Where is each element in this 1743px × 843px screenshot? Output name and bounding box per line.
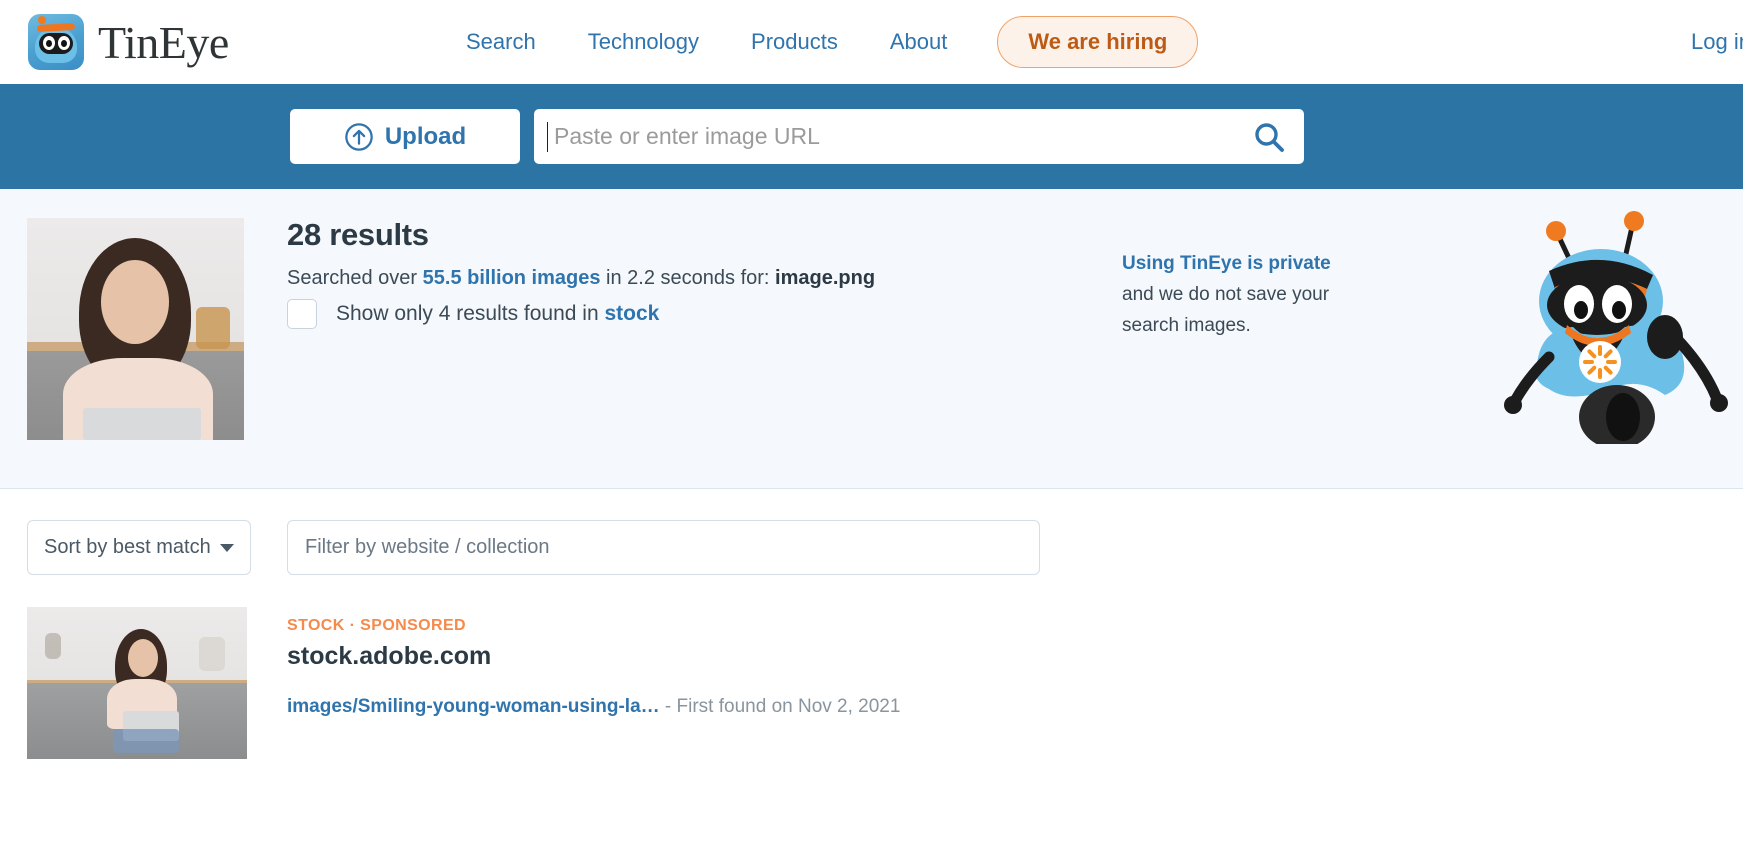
upload-button[interactable]: Upload <box>290 109 520 164</box>
summary-text-block: 28 results Searched over 55.5 billion im… <box>287 217 875 290</box>
query-filename: image.png <box>775 267 876 289</box>
image-url-field-wrapper <box>534 109 1304 164</box>
indexed-image-count: 55.5 billion images <box>422 267 601 289</box>
result-image-path-link[interactable]: images/Smiling-young-woman-using-la… <box>287 696 660 717</box>
result-details: STOCK · SPONSORED stock.adobe.com images… <box>287 607 900 759</box>
nav-item-products[interactable]: Products <box>725 29 864 55</box>
privacy-body: and we do not save your search images. <box>1122 283 1330 336</box>
chevron-down-icon <box>220 543 234 552</box>
search-submit-button[interactable] <box>1234 109 1304 164</box>
search-bar-band: Upload <box>0 84 1743 189</box>
nav-item-technology[interactable]: Technology <box>562 29 725 55</box>
search-icon <box>1255 122 1284 152</box>
sort-dropdown[interactable]: Sort by best match <box>27 520 251 575</box>
site-header: TinEye Search Technology Products About … <box>0 0 1743 84</box>
results-list: STOCK · SPONSORED stock.adobe.com images… <box>0 607 1743 759</box>
brand-name: TinEye <box>98 16 229 68</box>
tineye-robot-logo-icon <box>28 14 84 70</box>
nav-item-about[interactable]: About <box>864 29 974 55</box>
badge-separator: · <box>349 617 356 634</box>
privacy-title[interactable]: Using TinEye is private <box>1122 249 1372 280</box>
query-image-thumbnail[interactable] <box>27 218 244 440</box>
image-url-input[interactable] <box>548 109 1234 164</box>
we-are-hiring-button[interactable]: We are hiring <box>997 16 1199 68</box>
stock-label-text: Show only 4 results found in <box>336 302 605 325</box>
stock-link[interactable]: stock <box>605 302 660 325</box>
main-navigation: Search Technology Products About We are … <box>440 16 1199 68</box>
result-first-found: - First found on Nov 2, 2021 <box>659 696 901 717</box>
show-stock-only-checkbox[interactable] <box>287 299 317 329</box>
brand-logo-link[interactable]: TinEye <box>28 14 229 70</box>
upload-button-label: Upload <box>384 122 467 150</box>
result-badges: STOCK · SPONSORED <box>287 617 900 635</box>
searched-middle: in 2.2 seconds for: <box>600 267 776 289</box>
badge-stock: STOCK <box>287 617 345 634</box>
results-count: 28 results <box>287 217 429 252</box>
privacy-note: Using TinEye is private and we do not sa… <box>1122 249 1372 341</box>
nav-item-search[interactable]: Search <box>440 29 562 55</box>
sort-dropdown-label: Sort by best match <box>44 536 211 558</box>
stock-filter-row: Show only 4 results found in stock <box>287 299 659 329</box>
searched-prefix: Searched over <box>287 267 423 289</box>
result-thumbnail[interactable] <box>27 607 247 759</box>
tineye-robot-mascot-icon <box>1504 211 1728 444</box>
arrow-up-circle-icon <box>345 122 373 151</box>
results-summary-section: 28 results Searched over 55.5 billion im… <box>0 189 1743 489</box>
badge-sponsored: SPONSORED <box>360 617 467 634</box>
result-item: STOCK · SPONSORED stock.adobe.com images… <box>0 607 1743 759</box>
login-link[interactable]: Log in <box>1691 29 1743 55</box>
results-controls: Sort by best match <box>0 489 1743 607</box>
result-domain: stock.adobe.com <box>287 642 492 670</box>
searched-stats-line: Searched over 55.5 billion images in 2.2… <box>287 267 875 290</box>
filter-by-website-input[interactable] <box>287 520 1040 575</box>
result-link-line: images/Smiling-young-woman-using-la… - F… <box>287 696 900 718</box>
show-stock-only-label: Show only 4 results found in stock <box>336 302 659 326</box>
